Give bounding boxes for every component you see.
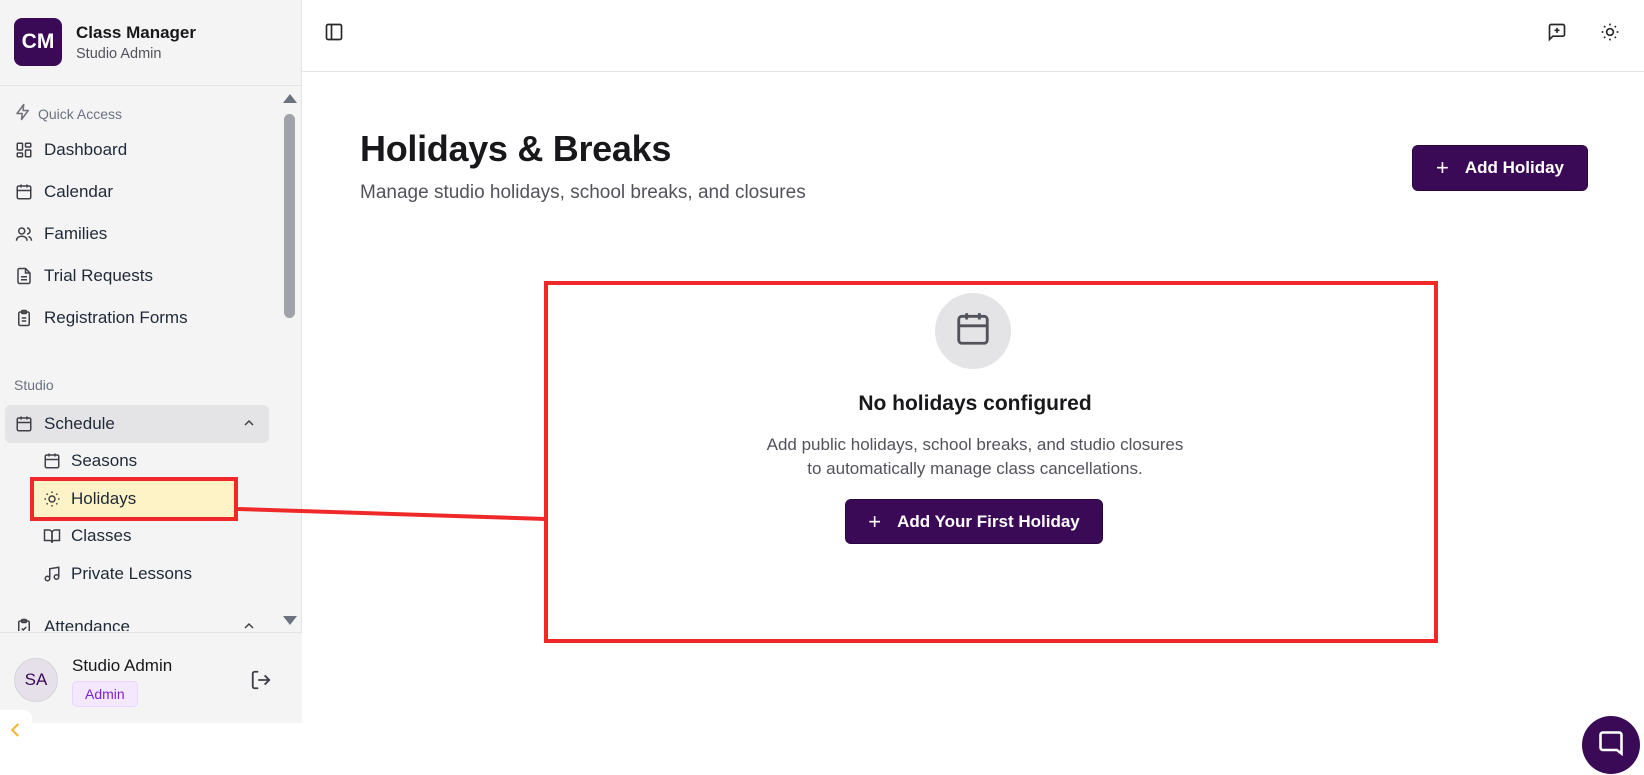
callout-connector [237,507,547,521]
chat-launcher-button[interactable] [1582,716,1640,774]
chat-icon [1597,729,1625,762]
